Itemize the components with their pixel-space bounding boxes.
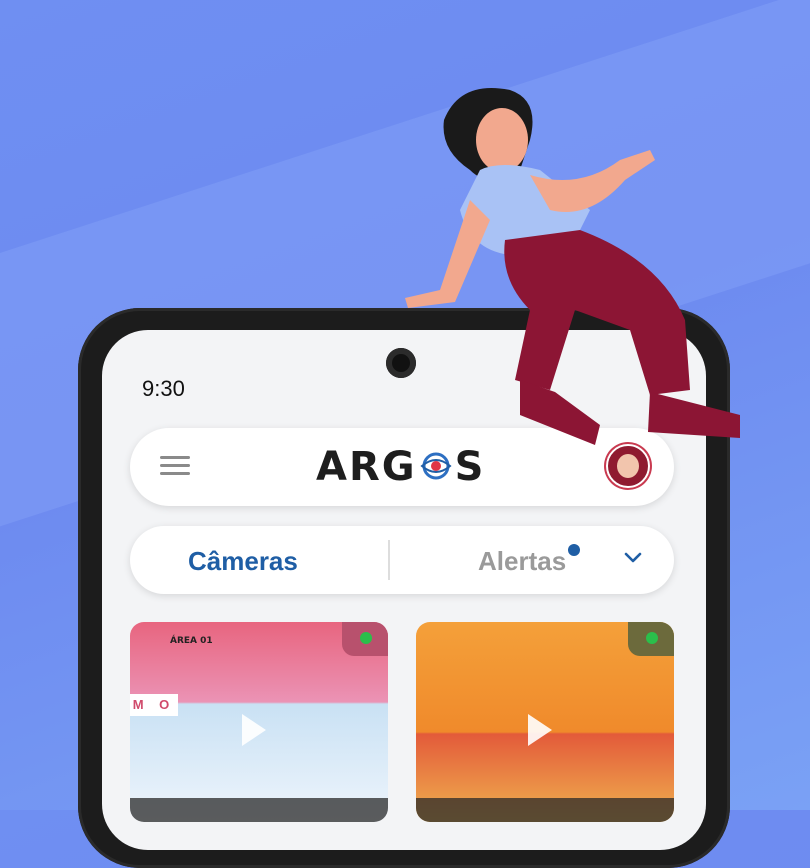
tab-alerts[interactable]: Alertas bbox=[478, 546, 566, 577]
tab-cameras[interactable]: Câmeras bbox=[188, 546, 298, 577]
camera-card-1[interactable]: ÁREA 01 M O bbox=[130, 622, 388, 822]
tab-divider bbox=[388, 540, 390, 580]
status-time: 9:30 bbox=[142, 376, 185, 401]
play-icon[interactable] bbox=[242, 714, 266, 746]
woman-illustration bbox=[405, 88, 740, 445]
camera-card-2[interactable] bbox=[416, 622, 674, 822]
area-label: ÁREA 01 bbox=[170, 636, 213, 646]
camera-status-badge bbox=[342, 622, 388, 656]
alert-notification-dot bbox=[568, 544, 580, 556]
camera-status-badge bbox=[628, 622, 674, 656]
online-status-dot bbox=[360, 632, 372, 644]
play-icon[interactable] bbox=[528, 714, 552, 746]
online-status-dot bbox=[646, 632, 658, 644]
tab-bar: Câmeras Alertas bbox=[130, 526, 674, 594]
camera-caption-bar bbox=[416, 798, 674, 822]
camera-caption-bar bbox=[130, 798, 388, 822]
chevron-down-icon[interactable] bbox=[624, 548, 642, 566]
sign-text: M O bbox=[130, 694, 178, 716]
hamburger-menu-icon[interactable] bbox=[160, 456, 192, 476]
